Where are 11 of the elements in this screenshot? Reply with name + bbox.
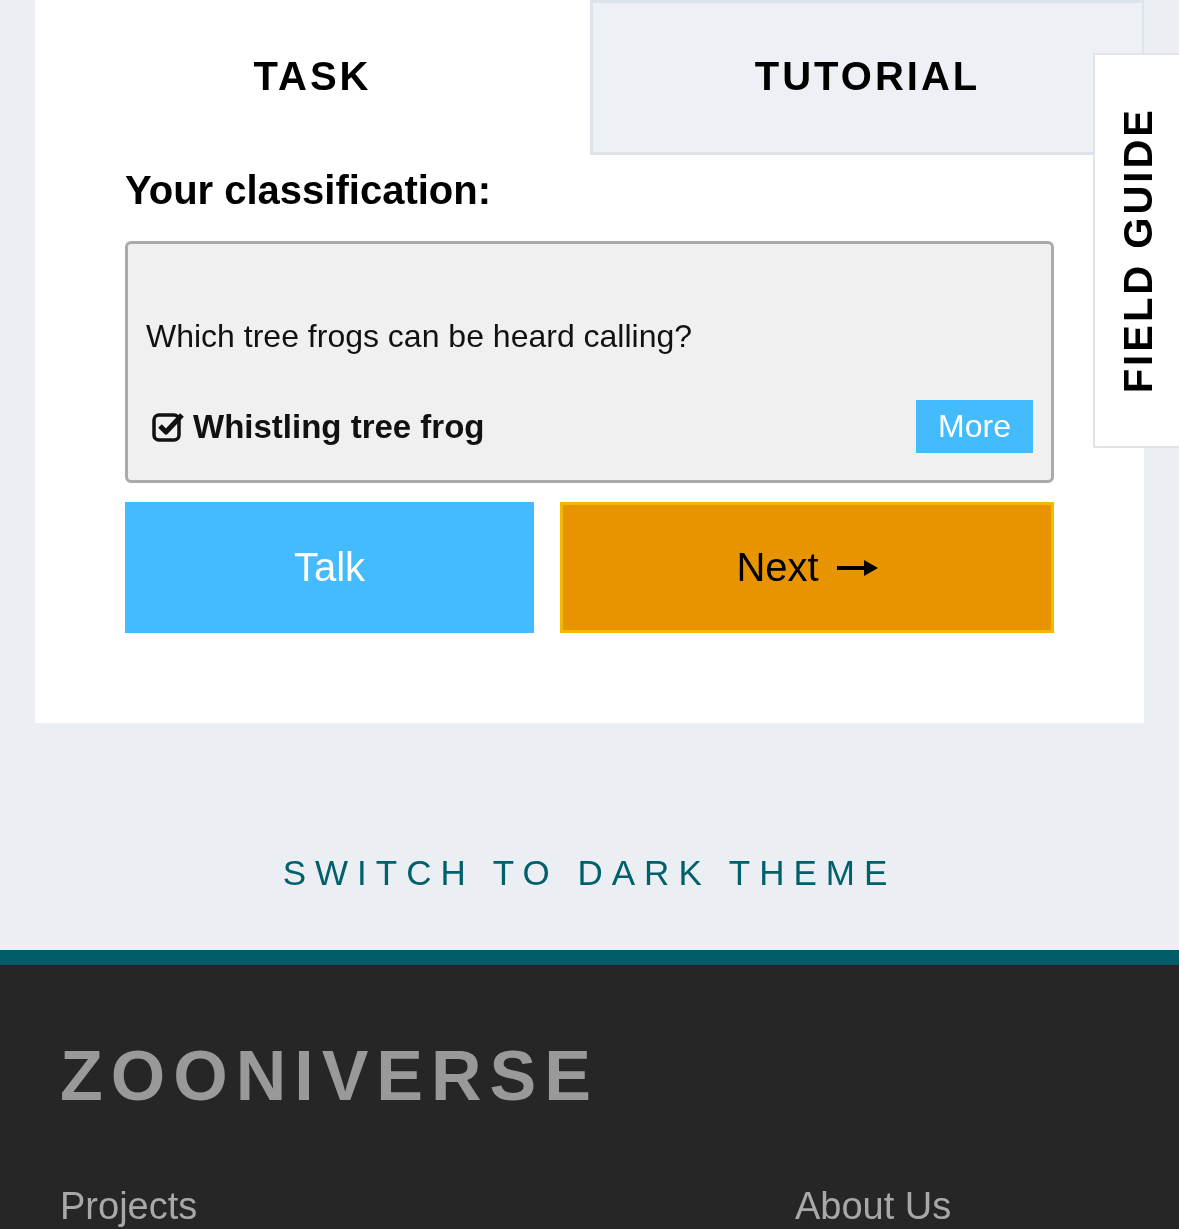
footer-link[interactable]: Projects xyxy=(60,1183,198,1229)
field-guide-tab[interactable]: FIELD GUIDE xyxy=(1093,53,1179,448)
classification-heading: Your classification: xyxy=(125,167,491,214)
logo-text[interactable]: ZOONIVERSE xyxy=(60,1041,599,1111)
answer-label: Whistling tree frog xyxy=(193,407,485,446)
arrow-right-icon xyxy=(836,557,878,578)
next-button[interactable]: Next xyxy=(560,502,1054,633)
dark-theme-link[interactable]: SWITCH TO DARK THEME xyxy=(282,851,897,895)
footer-link[interactable]: About Us xyxy=(795,1183,952,1229)
checked-checkbox-icon[interactable] xyxy=(152,411,184,442)
question-text: Which tree frogs can be heard calling? xyxy=(146,317,693,356)
